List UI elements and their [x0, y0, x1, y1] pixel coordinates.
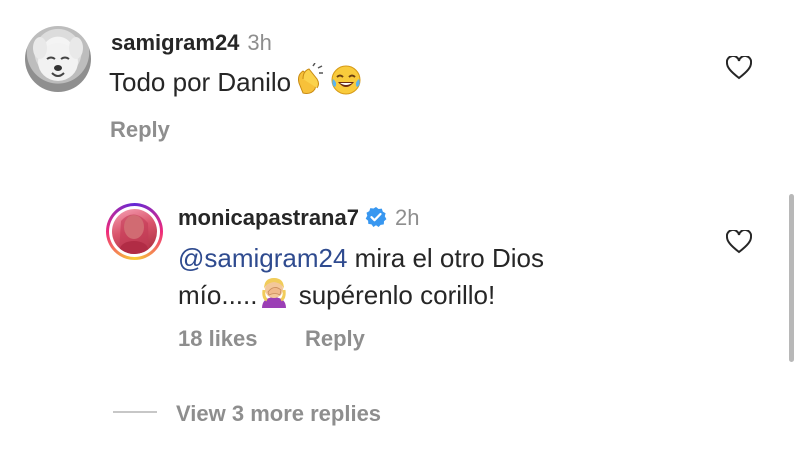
likes-count[interactable]: 18 likes — [178, 326, 258, 352]
username-samigram24[interactable]: samigram24 — [111, 30, 239, 55]
comment2-time: 2h — [394, 205, 420, 230]
comment1-header: samigram24 3h — [111, 30, 272, 56]
verified-badge-icon — [365, 206, 387, 228]
view-more-replies-button[interactable]: View 3 more replies — [176, 401, 381, 427]
comment2-line2a: mío..... — [178, 280, 258, 310]
comment1-time: 3h — [247, 30, 272, 55]
scrollbar[interactable] — [789, 194, 794, 362]
comment2-text: @samigram24 mira el otro Dios mío..... s… — [178, 240, 738, 313]
comment1-reply-button[interactable]: Reply — [110, 117, 170, 143]
replies-divider — [113, 411, 157, 413]
avatar-monicapastrana7[interactable] — [106, 203, 163, 260]
comment2-header: monicapastrana7 2h — [178, 205, 419, 231]
mention-link[interactable]: @samigram24 — [178, 243, 347, 273]
tears-of-joy-emoji — [329, 63, 363, 97]
heart-icon[interactable] — [726, 230, 752, 254]
clapping-hands-emoji — [291, 63, 325, 97]
comment1-text: Todo por Danilo — [109, 63, 363, 100]
username-monicapastrana7[interactable]: monicapastrana7 — [178, 205, 359, 230]
comment2-line2: mío..... supérenlo corillo! — [178, 276, 738, 313]
avatar-samigram24[interactable] — [25, 26, 91, 92]
woman-facepalming-emoji — [257, 276, 291, 310]
comment2-reply-button[interactable]: Reply — [305, 326, 365, 352]
comment2-line1-text: mira el otro Dios — [347, 243, 544, 273]
comment2-line1: @samigram24 mira el otro Dios — [178, 240, 738, 276]
comment2-line2b: supérenlo corillo! — [291, 280, 496, 310]
heart-icon[interactable] — [726, 56, 752, 80]
comment1-body: Todo por Danilo — [109, 67, 292, 97]
